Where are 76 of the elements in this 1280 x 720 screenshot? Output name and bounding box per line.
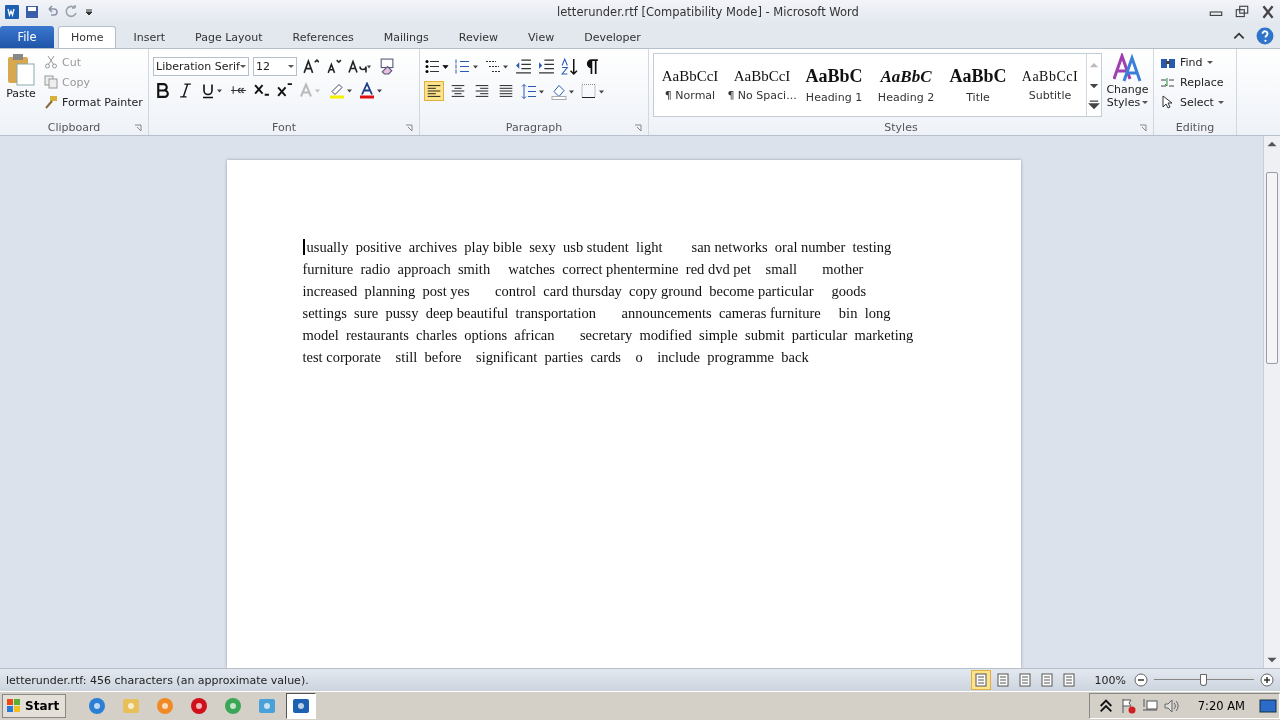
ribbon-tab[interactable]: Mailings <box>370 26 442 48</box>
restore-icon[interactable] <box>1234 5 1250 19</box>
font-color-icon[interactable] <box>358 81 384 100</box>
save-icon[interactable] <box>24 4 40 20</box>
change-styles-button[interactable]: Change Styles <box>1106 51 1149 119</box>
clipboard-button[interactable]: Format Painter <box>42 93 145 111</box>
letters-icon <box>1112 53 1143 83</box>
ribbon-tab[interactable]: References <box>279 26 367 48</box>
volume-icon[interactable] <box>1163 698 1180 714</box>
bullets-icon[interactable] <box>424 57 450 76</box>
editing-button[interactable]: Replace <box>1158 73 1232 91</box>
dialog-launcher-icon[interactable] <box>1139 124 1147 132</box>
ribbon-tab[interactable]: View <box>515 26 568 48</box>
scissors-icon <box>44 55 58 69</box>
group-label: Font <box>272 120 296 134</box>
grow-font-icon[interactable] <box>301 57 320 76</box>
align-button-icon[interactable] <box>424 81 444 101</box>
group-label: Styles <box>884 120 918 134</box>
editing-button[interactable]: Select <box>1158 93 1232 111</box>
show-desktop-icon[interactable] <box>1259 698 1277 714</box>
style-option[interactable]: AaBbCcI ¶ No Spaci... <box>726 54 798 116</box>
group-label: Editing <box>1175 120 1215 134</box>
line-spacing-icon[interactable] <box>520 81 546 101</box>
numbering-icon[interactable] <box>454 57 480 76</box>
view-mode-icon[interactable] <box>970 670 991 690</box>
group-label: Paragraph <box>505 120 563 134</box>
replace-icon <box>1160 75 1176 89</box>
close-icon[interactable] <box>1260 5 1276 19</box>
sort-icon[interactable] <box>560 57 579 76</box>
paintbrush-icon <box>44 95 58 109</box>
dialog-launcher-icon[interactable] <box>405 124 413 132</box>
font-name-field[interactable]: Liberation Serif <box>153 57 249 76</box>
window-title: letterunder.rtf [Compatibility Mode] - Microsoft Word <box>556 5 860 19</box>
increase-indent-icon[interactable] <box>537 57 556 76</box>
ribbon-tab[interactable]: Review <box>445 26 512 48</box>
ribbon-tab[interactable]: Insert <box>120 26 179 48</box>
start-button[interactable]: Start <box>2 694 67 718</box>
document-line: settings sure pussy deep beautiful transportation announcements cameras furniture bin long <box>302 304 892 323</box>
zoom-out-icon[interactable] <box>1134 673 1148 687</box>
group-label: Clipboard <box>47 120 101 134</box>
style-option[interactable]: AaBbCcI Subtitle <box>1014 54 1086 116</box>
zoom-level[interactable]: 100% <box>1094 673 1126 687</box>
editing-button[interactable]: Find <box>1158 53 1232 71</box>
vertical-scrollbar[interactable] <box>1263 136 1280 668</box>
clock: 7:20 AM <box>1197 699 1245 713</box>
ribbon-tab[interactable]: Home <box>58 26 117 48</box>
style-option[interactable]: AaBbC Title <box>942 54 1014 116</box>
help-icon[interactable] <box>1256 27 1274 45</box>
document-line: increased planning post yes control card thursday copy ground become particular goods <box>302 282 868 301</box>
taskbar-app-icon[interactable] <box>286 693 317 719</box>
windows-logo-icon <box>6 698 22 714</box>
show-hidden-icons-icon[interactable] <box>1097 698 1114 714</box>
ribbon-tab[interactable]: Page Layout <box>182 26 276 48</box>
document-line: model restaurants charles options african secretary modified simple submit particular marketing <box>302 326 915 345</box>
borders-icon[interactable] <box>580 81 606 101</box>
network-icon[interactable] <box>1141 698 1158 714</box>
ribbon-tab[interactable]: Developer <box>571 26 654 48</box>
clipboard-icon <box>6 53 36 87</box>
decrease-indent-icon[interactable] <box>514 57 533 76</box>
file-tab[interactable]: File <box>0 26 54 48</box>
copy-icon <box>44 75 58 89</box>
dialog-launcher-icon[interactable] <box>634 124 642 132</box>
document-line: furniture radio approach smith watches correct phentermine red dvd pet small mother <box>302 260 865 279</box>
dialog-launcher-icon[interactable] <box>134 124 142 132</box>
status-text: letterunder.rtf: 456 characters (an approximate value). <box>6 673 309 687</box>
paste-button[interactable]: Paste <box>4 51 38 119</box>
zoom-in-icon[interactable] <box>1260 673 1274 687</box>
document-line: test corporate still before significant parties cards o include programme back <box>302 348 810 367</box>
document-line: usually positive archives play bible sexy usb student light san networks oral number testing <box>302 236 1021 258</box>
change-case-icon[interactable] <box>347 57 373 76</box>
font-size-field[interactable]: 12 <box>253 57 297 76</box>
style-option[interactable]: AaBbCcI ¶ Normal <box>654 54 726 116</box>
style-option[interactable]: AaBbC Heading 2 <box>870 54 942 116</box>
style-option[interactable]: AaBbC Heading 1 <box>798 54 870 116</box>
action-center-flag-icon[interactable] <box>1119 698 1136 714</box>
word-logo-icon[interactable] <box>4 4 20 20</box>
